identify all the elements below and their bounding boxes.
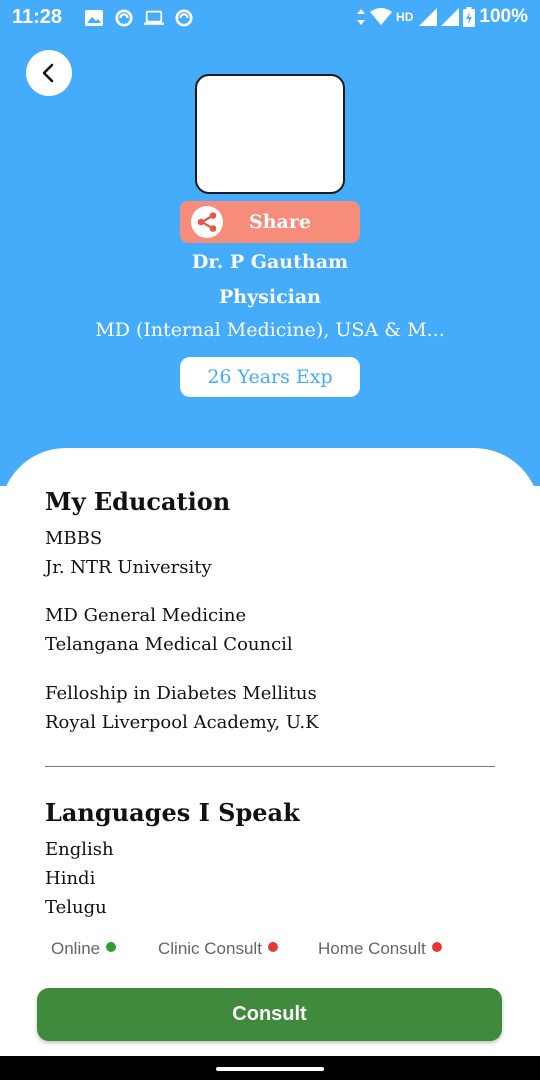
battery-level: 100% (479, 6, 528, 27)
doctor-qualifications: MD (Internal Medicine), USA & M... (95, 319, 445, 341)
share-icon (197, 212, 217, 232)
consult-type-label: Home Consult (318, 939, 426, 958)
status-dot (267, 942, 278, 952)
consult-type-online: Online (51, 939, 117, 959)
language-item: Hindi (45, 868, 96, 889)
laptop-icon (144, 10, 164, 25)
sync-icon (175, 9, 193, 27)
consult-type-label: Online (51, 939, 101, 958)
education-degree: MBBS (45, 528, 103, 549)
education-institution: Jr. NTR University (45, 557, 212, 578)
details-card: My Education MBBS Jr. NTR University MD … (0, 448, 540, 1056)
data-arrows-icon (357, 9, 366, 25)
chevron-left-icon (42, 63, 54, 83)
education-degree: MD General Medicine (45, 605, 247, 626)
status-bar: 11:28 HD 100% (0, 0, 540, 36)
languages-title: Languages I Speak (45, 798, 300, 827)
status-right: HD 100% (356, 6, 528, 28)
image-icon (85, 10, 103, 26)
home-gesture-bar[interactable] (216, 1067, 324, 1071)
wifi-icon (370, 8, 393, 25)
status-dot (106, 942, 117, 952)
doctor-photo (195, 74, 345, 194)
doctor-name: Dr. P Gautham (191, 251, 349, 273)
doctor-specialty: Physician (219, 286, 321, 308)
notification-icons (84, 9, 194, 27)
share-button[interactable]: Share (180, 201, 360, 243)
signal-icon (419, 8, 438, 26)
consult-type-label: Clinic Consult (158, 939, 262, 958)
battery-icon (463, 7, 476, 27)
education-institution: Royal Liverpool Academy, U.K (45, 712, 319, 733)
navigation-bar (0, 1056, 540, 1080)
share-label: Share (249, 211, 311, 233)
status-time: 11:28 (12, 6, 63, 28)
network-type: HD (396, 10, 414, 24)
back-button[interactable] (26, 50, 72, 96)
status-dot (431, 942, 442, 952)
education-title: My Education (45, 487, 231, 516)
consult-type-clinic: Clinic Consult (158, 939, 278, 959)
language-item: English (45, 839, 114, 860)
consult-type-home: Home Consult (318, 939, 442, 959)
sync-icon (115, 9, 133, 27)
education-institution: Telangana Medical Council (45, 634, 293, 655)
consult-button[interactable]: Consult (37, 988, 502, 1041)
experience-badge: 26 Years Exp (180, 357, 360, 397)
share-icon-circle (191, 206, 223, 238)
section-divider (45, 766, 495, 767)
education-degree: Felloship in Diabetes Mellitus (45, 683, 317, 704)
consult-availability: Online Clinic Consult Home Consult (0, 937, 540, 961)
language-item: Telugu (45, 897, 107, 918)
signal-icon (441, 8, 460, 26)
